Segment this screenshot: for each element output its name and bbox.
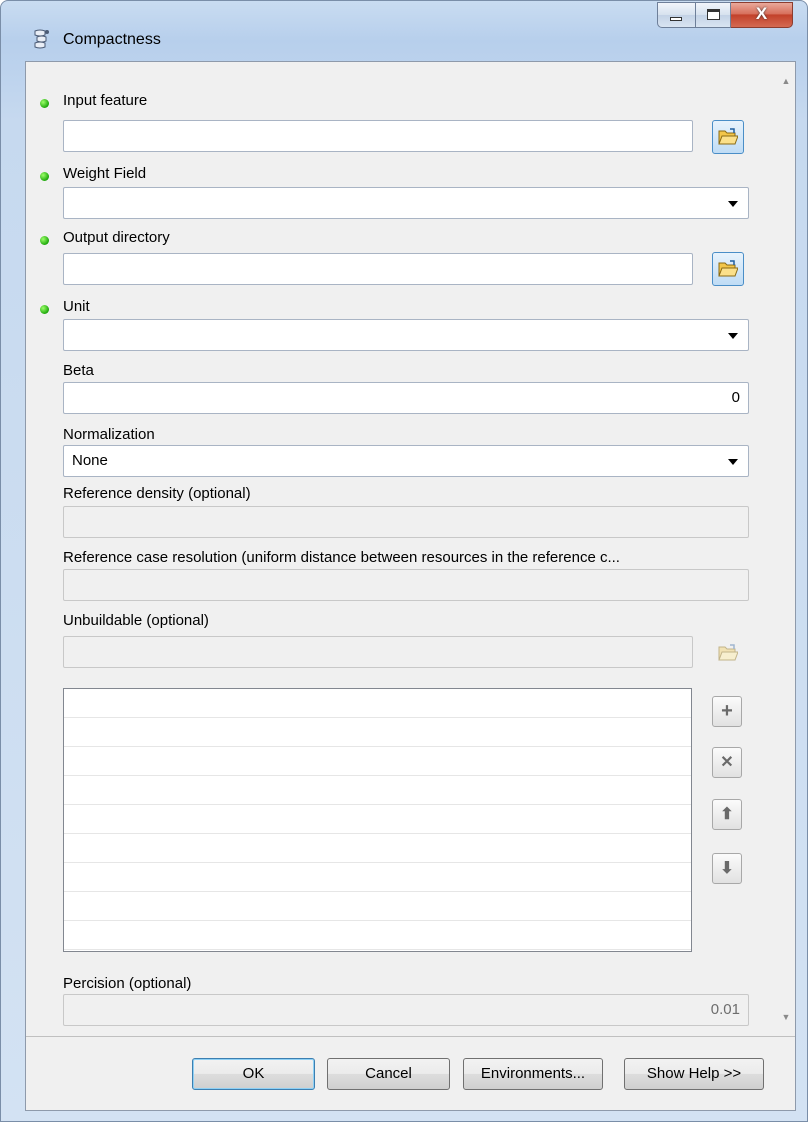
open-folder-icon [718, 128, 738, 145]
reference-density-field[interactable] [63, 506, 749, 538]
required-indicator-icon [40, 99, 49, 108]
list-item[interactable] [64, 921, 691, 950]
required-indicator-icon [40, 172, 49, 181]
open-folder-icon [718, 260, 738, 277]
scroll-up-icon[interactable]: ▲ [777, 76, 795, 86]
minimize-button[interactable] [657, 2, 695, 28]
list-item[interactable] [64, 892, 691, 921]
input-feature-field[interactable] [63, 120, 693, 152]
reference-case-resolution-field[interactable] [63, 569, 749, 601]
normalization-label: Normalization [63, 426, 155, 443]
maximize-button[interactable] [695, 2, 731, 28]
vertical-scrollbar[interactable]: ▲ ▼ [777, 62, 795, 1036]
cancel-button[interactable]: Cancel [327, 1058, 450, 1090]
list-item[interactable] [64, 863, 691, 892]
close-icon: X [755, 4, 768, 23]
x-icon: ✕ [720, 754, 734, 771]
list-item[interactable] [64, 718, 691, 747]
list-item[interactable] [64, 805, 691, 834]
open-folder-icon [718, 644, 738, 661]
unbuildable-label: Unbuildable (optional) [63, 612, 209, 629]
precision-field[interactable]: 0.01 [63, 994, 749, 1026]
list-item[interactable] [64, 776, 691, 805]
input-feature-label: Input feature [63, 92, 148, 109]
title-bar[interactable]: Compactness X [1, 1, 807, 53]
list-item[interactable] [64, 689, 691, 718]
required-indicator-icon [40, 236, 49, 245]
move-up-button[interactable]: ⬆ [712, 799, 742, 830]
unit-label: Unit [63, 298, 90, 315]
beta-field[interactable]: 0 [63, 382, 749, 414]
show-help-button[interactable]: Show Help >> [624, 1058, 764, 1090]
window-title: Compactness [63, 31, 161, 48]
input-feature-browse-button[interactable] [712, 120, 744, 154]
weight-field-label: Weight Field [63, 165, 147, 182]
tool-script-icon [31, 28, 51, 52]
unbuildable-field[interactable] [63, 636, 693, 668]
unbuildable-values-list[interactable] [63, 688, 692, 952]
plus-icon: + [721, 700, 733, 722]
output-directory-label: Output directory [63, 229, 170, 246]
maximize-icon [707, 9, 720, 20]
tool-dialog-window: Compactness X Input feature Weight Field… [0, 0, 808, 1122]
close-button[interactable]: X [731, 2, 793, 28]
dialog-client-area: Input feature Weight Field Output direct… [25, 61, 796, 1111]
unit-dropdown[interactable] [63, 319, 749, 351]
parameters-panel: Input feature Weight Field Output direct… [26, 62, 795, 1037]
reference-case-resolution-label: Reference case resolution (uniform dista… [63, 549, 620, 566]
environments-button[interactable]: Environments... [463, 1058, 603, 1090]
beta-label: Beta [63, 362, 94, 379]
list-item[interactable] [64, 834, 691, 863]
arrow-up-icon: ⬆ [720, 806, 734, 823]
caption-buttons: X [657, 2, 793, 28]
normalization-dropdown[interactable]: None [63, 445, 749, 477]
weight-field-dropdown[interactable] [63, 187, 749, 219]
move-down-button[interactable]: ⬇ [712, 853, 742, 884]
ok-button[interactable]: OK [192, 1058, 315, 1090]
precision-label: Percision (optional) [63, 975, 192, 992]
unbuildable-browse-button[interactable] [712, 636, 744, 670]
reference-density-label: Reference density (optional) [63, 485, 251, 502]
required-indicator-icon [40, 305, 49, 314]
output-directory-browse-button[interactable] [712, 252, 744, 286]
output-directory-field[interactable] [63, 253, 693, 285]
scroll-down-icon[interactable]: ▼ [777, 1012, 795, 1022]
add-row-button[interactable]: + [712, 696, 742, 727]
minimize-icon [670, 17, 682, 21]
arrow-down-icon: ⬇ [720, 860, 734, 877]
list-item[interactable] [64, 747, 691, 776]
remove-row-button[interactable]: ✕ [712, 747, 742, 778]
